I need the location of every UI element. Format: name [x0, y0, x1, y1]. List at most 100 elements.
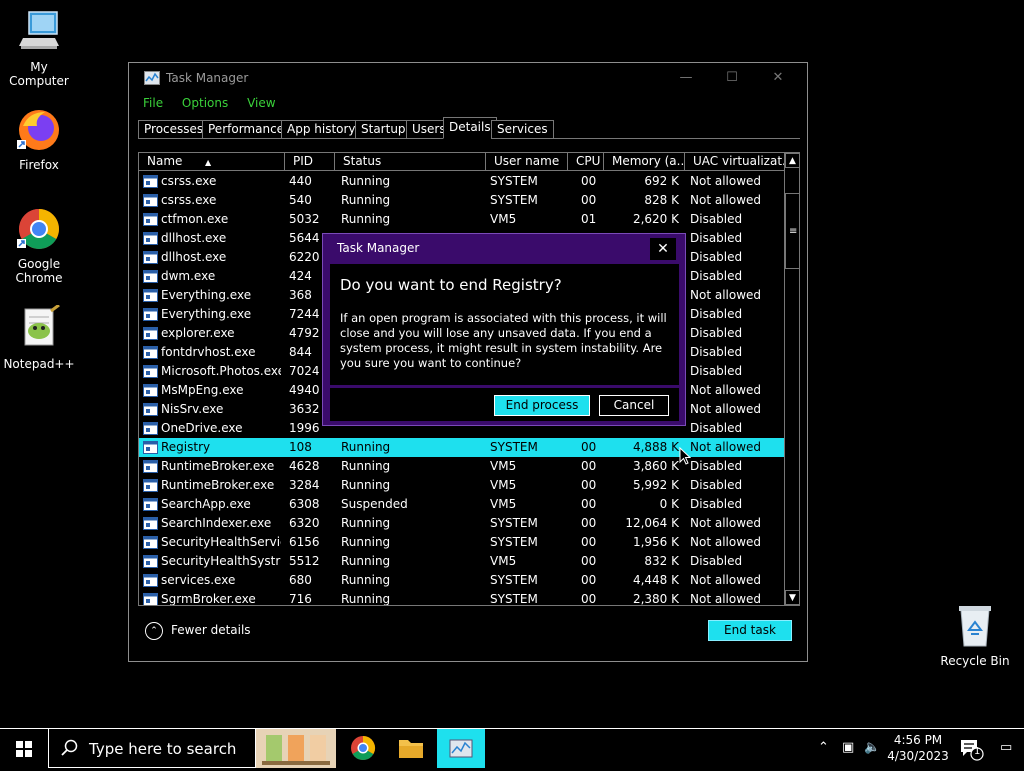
show-desktop-icon[interactable]: ▭	[1000, 740, 1012, 755]
process-icon	[143, 213, 158, 226]
tab-performance[interactable]: Performance	[202, 120, 291, 139]
column-header-cpu[interactable]: CPU	[568, 153, 604, 171]
column-header-status[interactable]: Status	[335, 153, 486, 171]
table-row[interactable]: ctfmon.exe 5032 Running VM5 01 2,620 K Disable…	[139, 210, 784, 229]
taskbar-app-file-explorer[interactable]	[390, 729, 432, 768]
cell-uac: Not allowed	[690, 440, 762, 454]
end-task-button[interactable]: End task	[708, 620, 792, 641]
taskbar-app-chrome[interactable]	[342, 729, 384, 768]
table-row[interactable]: SearchApp.exe 6308 Suspended VM5 00 0 K Disabl…	[139, 495, 784, 514]
cell-name: dllhost.exe	[161, 250, 227, 264]
menu-file[interactable]: File	[143, 96, 163, 110]
cell-pid: 5512	[289, 554, 320, 568]
column-header-name[interactable]: Name ▲	[139, 153, 285, 171]
cell-uac: Disabled	[690, 212, 743, 226]
cell-cpu: 00	[581, 573, 597, 587]
column-header-pid[interactable]: PID	[285, 153, 335, 171]
taskbar-app-drinks[interactable]	[256, 729, 336, 768]
minimize-button[interactable]: —	[673, 69, 699, 87]
table-row[interactable]: SecurityHealthSystra... 5512 Running VM5 00 8…	[139, 552, 784, 571]
tab-app-history[interactable]: App history	[281, 120, 362, 139]
minimize-icon: —	[679, 70, 693, 85]
cell-pid: 4628	[289, 459, 320, 473]
desktop-icon-google-chrome[interactable]: Google Chrome	[0, 205, 78, 285]
scroll-up-icon[interactable]: ▲	[785, 153, 799, 168]
process-icon	[143, 403, 158, 416]
cell-memory: 2,380 K	[632, 592, 679, 606]
tab-startup[interactable]: Startup	[355, 120, 412, 139]
column-header-memory[interactable]: Memory (a...	[604, 153, 685, 171]
taskbar-search-box[interactable]: Type here to search	[48, 729, 256, 768]
notepad-plus-plus-icon	[15, 303, 63, 353]
cell-memory: 4,888 K	[632, 440, 679, 454]
clock-time: 4:56 PM	[893, 733, 943, 747]
tab-details[interactable]: Details	[443, 117, 497, 139]
tab-strip: Processes Performance App history Startu…	[138, 117, 800, 139]
cell-uac: Disabled	[690, 307, 743, 321]
end-process-button[interactable]: End process	[494, 395, 590, 416]
process-icon	[143, 555, 158, 568]
dialog-close-button[interactable]: ✕	[650, 238, 676, 260]
sort-ascending-icon: ▲	[205, 158, 212, 167]
start-button[interactable]	[0, 729, 48, 768]
process-icon	[143, 289, 158, 302]
table-row[interactable]: csrss.exe 540 Running SYSTEM 00 828 K Not allo…	[139, 191, 784, 210]
title-bar[interactable]: Task Manager — ☐ ✕	[129, 63, 807, 93]
taskbar-app-task-manager[interactable]	[437, 729, 485, 768]
cell-status: Running	[341, 516, 391, 530]
desktop-icon-recycle-bin[interactable]: Recycle Bin	[936, 602, 1014, 668]
process-icon	[143, 194, 158, 207]
table-row[interactable]: RuntimeBroker.exe 3284 Running VM5 00 5,992 K…	[139, 476, 784, 495]
system-clock[interactable]: 4:56 PM 4/30/2023	[886, 732, 950, 764]
desktop-icon-firefox[interactable]: Firefox	[0, 106, 78, 172]
scroll-down-icon[interactable]: ▼	[785, 590, 799, 605]
menu-view[interactable]: View	[247, 96, 275, 110]
dialog-footer: End process Cancel	[330, 388, 679, 421]
taskbar: Type here to search ⌃ ▣ 🔈 4:56 PM 4/30/2…	[0, 728, 1024, 768]
cell-uac: Not allowed	[690, 288, 762, 302]
menu-options[interactable]: Options	[182, 96, 228, 110]
network-icon[interactable]: ▣	[842, 740, 854, 755]
cell-cpu: 00	[581, 516, 597, 530]
cell-uac: Not allowed	[690, 174, 762, 188]
table-row[interactable]: services.exe 680 Running SYSTEM 00 4,448 K Not…	[139, 571, 784, 590]
close-icon: ✕	[657, 241, 669, 257]
cell-name: dwm.exe	[161, 269, 216, 283]
clock-date: 4/30/2023	[887, 749, 949, 763]
close-button[interactable]: ✕	[765, 69, 791, 87]
notification-center-button[interactable]: 1	[958, 737, 984, 761]
table-row[interactable]: csrss.exe 440 Running SYSTEM 00 692 K Not allo…	[139, 172, 784, 191]
cancel-button[interactable]: Cancel	[599, 395, 669, 416]
maximize-icon: ☐	[726, 70, 738, 85]
cell-name: ctfmon.exe	[161, 212, 229, 226]
table-row[interactable]: SgrmBroker.exe 716 Running SYSTEM 00 2,380 K N…	[139, 590, 784, 606]
desktop-icon-my-computer[interactable]: My Computer	[0, 8, 78, 88]
volume-icon[interactable]: 🔈	[864, 740, 880, 755]
tab-processes[interactable]: Processes	[138, 120, 210, 139]
cell-status: Running	[341, 573, 391, 587]
cell-name: services.exe	[161, 573, 236, 587]
maximize-button[interactable]: ☐	[719, 69, 745, 87]
column-header-user-name[interactable]: User name	[486, 153, 568, 171]
vertical-scrollbar[interactable]: ▲ ≡ ▼	[784, 153, 799, 605]
notification-count-badge: 1	[974, 746, 981, 757]
process-icon	[143, 517, 158, 530]
cell-name: MsMpEng.exe	[161, 383, 244, 397]
menu-bar: File Options View	[143, 96, 291, 112]
chrome-icon	[351, 736, 376, 761]
desktop-icon-notepad-plus-plus[interactable]: Notepad++	[0, 303, 78, 371]
task-manager-icon	[449, 739, 473, 758]
cell-uac: Disabled	[690, 326, 743, 340]
tab-services[interactable]: Services	[491, 120, 554, 139]
scroll-thumb[interactable]: ≡	[785, 193, 799, 269]
cell-cpu: 00	[581, 174, 597, 188]
cell-memory: 5,992 K	[632, 478, 679, 492]
cell-uac: Not allowed	[690, 592, 762, 606]
table-row[interactable]: SecurityHealthServic... 6156 Running SYSTEM…	[139, 533, 784, 552]
cell-uac: Disabled	[690, 269, 743, 283]
chevron-up-icon[interactable]: ⌃	[818, 740, 829, 755]
table-row[interactable]: SearchIndexer.exe 6320 Running SYSTEM 00 12,0…	[139, 514, 784, 533]
column-header-uac[interactable]: UAC virtualizat...	[685, 153, 784, 171]
cell-uac: Disabled	[690, 478, 743, 492]
fewer-details-label: Fewer details	[171, 623, 251, 637]
